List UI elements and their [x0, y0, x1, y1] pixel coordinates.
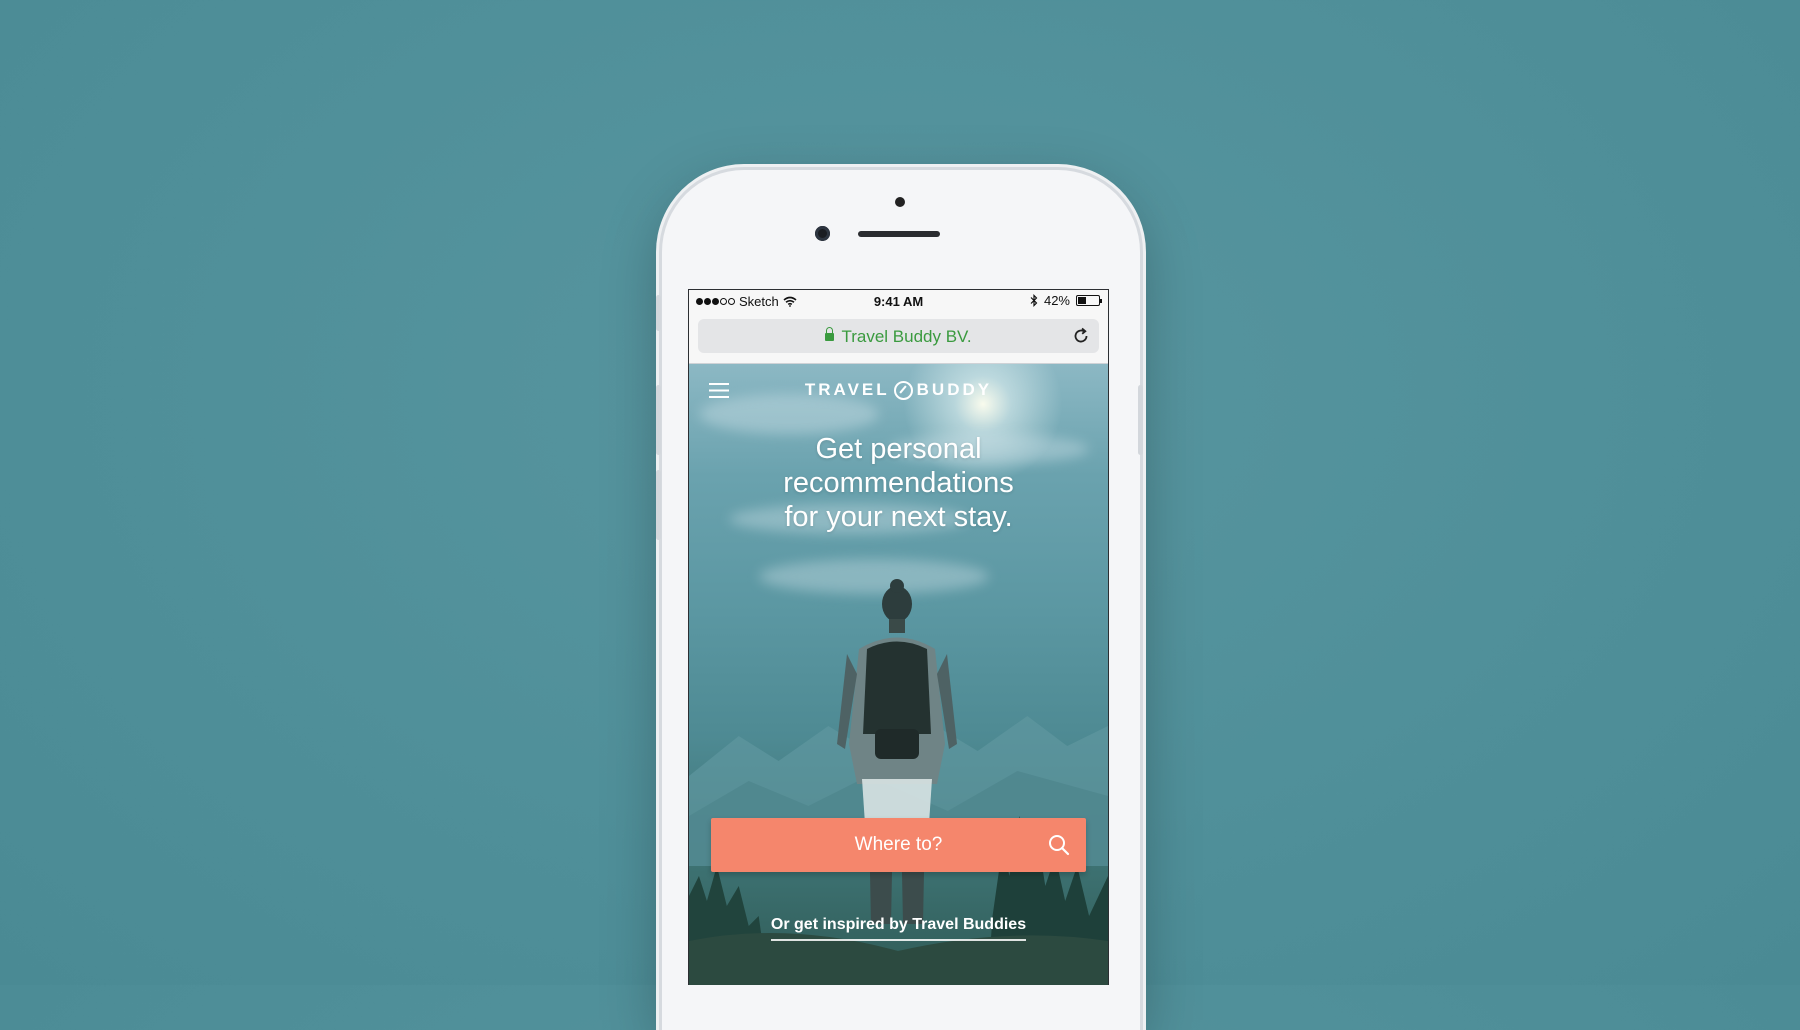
lock-icon [825, 326, 835, 341]
address-display: Travel Buddy BV. [698, 326, 1099, 347]
bluetooth-icon [1030, 294, 1038, 307]
headline-line: Get personal [815, 433, 982, 465]
status-right: 42% [1030, 293, 1102, 308]
search-button-label: Where to? [854, 834, 943, 855]
volume-up-button [656, 385, 661, 455]
search-icon [1049, 835, 1070, 856]
status-bar: Sketch 9:41 AM 42% [689, 290, 1108, 314]
headline-line: for your next stay. [784, 501, 1013, 533]
reload-icon[interactable] [1071, 326, 1091, 346]
inspire-link[interactable]: Or get inspired by Travel Buddies [770, 916, 1027, 941]
site-name: Travel Buddy BV. [841, 327, 972, 346]
phone-screen: Sketch 9:41 AM 42% Travel Buddy BV. TRAV… [688, 289, 1109, 985]
hero-headline: Get personal recommendations for your ne… [709, 432, 1088, 534]
inspire-section: Or get inspired by Travel Buddies [689, 916, 1108, 941]
volume-down-button [656, 470, 661, 540]
travel-buddy-logo[interactable]: TRAVEL BUDDY [689, 380, 1108, 400]
front-camera [815, 226, 830, 241]
battery-icon [1076, 295, 1102, 306]
earpiece-speaker [858, 231, 940, 237]
compass-icon [893, 380, 913, 400]
battery-percent: 42% [1043, 293, 1070, 308]
address-bar[interactable]: Travel Buddy BV. [698, 319, 1099, 353]
where-to-search-button[interactable]: Where to? [711, 818, 1086, 872]
mute-switch [656, 295, 661, 331]
hero-section: TRAVEL BUDDY Get personal recommendation… [689, 364, 1108, 985]
proximity-sensor [895, 197, 905, 207]
headline-line: recommendations [783, 467, 1014, 499]
logo-text-left: TRAVEL [804, 380, 890, 399]
browser-toolbar: Travel Buddy BV. [689, 314, 1108, 364]
logo-text-right: BUDDY [916, 380, 993, 399]
power-button [1138, 385, 1143, 455]
battery-level [1078, 297, 1087, 304]
